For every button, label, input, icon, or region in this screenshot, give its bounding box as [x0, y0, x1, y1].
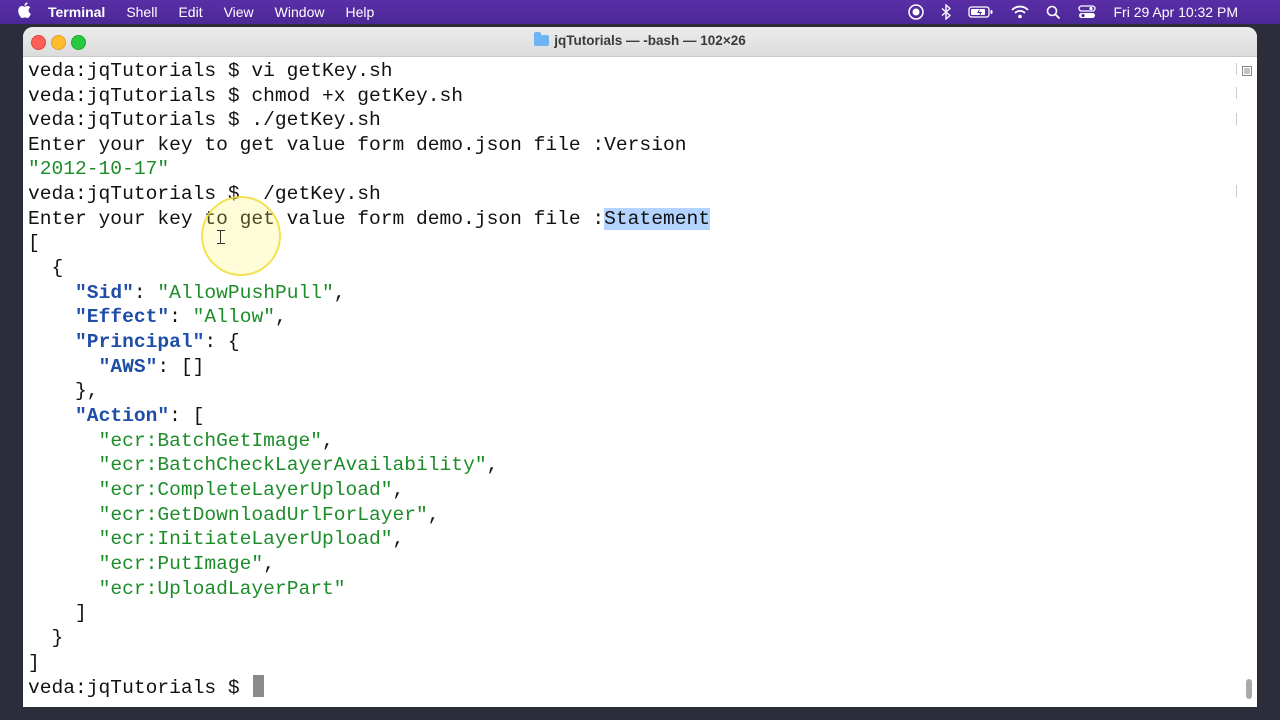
- prompt-text: Enter your key to get value form demo.js…: [28, 134, 605, 156]
- json-key: "Action": [75, 405, 170, 427]
- scrollbar-thumb[interactable]: [1246, 679, 1252, 699]
- json-token: [: [28, 232, 40, 254]
- menu-shell[interactable]: Shell: [126, 4, 157, 20]
- shell-prompt: veda:jqTutorials $: [28, 677, 252, 699]
- line-marker: [1232, 113, 1237, 125]
- cursor-highlight: [201, 196, 281, 276]
- apple-menu-icon[interactable]: [0, 2, 48, 22]
- window-title: jqTutorials — -bash — 102×26: [23, 32, 1257, 48]
- json-line: "ecr:BatchGetImage",: [98, 430, 334, 452]
- battery-icon[interactable]: [968, 5, 994, 19]
- json-key: "Principal": [75, 331, 205, 353]
- json-token: ]: [75, 602, 87, 624]
- menu-window[interactable]: Window: [275, 4, 325, 20]
- json-value: "ecr:BatchGetImage": [98, 430, 322, 452]
- output-value: "2012-10-17": [28, 158, 170, 180]
- scrollbar-menu-icon[interactable]: [1242, 60, 1252, 76]
- control-center-icon[interactable]: [1078, 5, 1097, 19]
- screen-record-icon[interactable]: [908, 4, 925, 20]
- json-token: ]: [28, 652, 40, 674]
- menu-app-terminal[interactable]: Terminal: [48, 4, 105, 20]
- json-line: }: [28, 626, 64, 650]
- command-text: ./getKey.sh: [251, 109, 381, 131]
- line-marker: [1232, 185, 1237, 197]
- json-line: "ecr:UploadLayerPart": [28, 577, 346, 601]
- json-key: "Sid": [75, 282, 134, 304]
- json-line: "Sid": "AllowPushPull",: [75, 282, 346, 304]
- menubar-clock[interactable]: Fri 29 Apr 10:32 PM: [1113, 4, 1238, 20]
- json-key: "Effect": [75, 306, 170, 328]
- terminal-window: jqTutorials — -bash — 102×26 veda:jqTuto…: [23, 27, 1257, 707]
- json-token: : {: [204, 331, 240, 353]
- json-line: "ecr:CompleteLayerUpload",: [98, 479, 405, 501]
- terminal-line: veda:jqTutorials $ vi getKey.sh: [28, 59, 393, 83]
- json-line: },: [28, 379, 99, 403]
- json-line: "AWS": []: [28, 355, 205, 379]
- json-key: "AWS": [98, 356, 158, 378]
- json-token: }: [51, 627, 64, 649]
- json-value: "ecr:UploadLayerPart": [98, 578, 346, 600]
- json-line: "Principal": {: [28, 330, 240, 354]
- ibeam-cursor-icon: [217, 230, 225, 244]
- json-line: "Effect": "Allow",: [75, 306, 287, 328]
- terminal-line: veda:jqTutorials $ ./getKey.sh: [28, 108, 381, 132]
- json-line: ]: [28, 651, 40, 675]
- terminal-output[interactable]: veda:jqTutorials $ vi getKey.sh veda:jqT…: [23, 57, 1257, 707]
- shell-prompt: veda:jqTutorials $: [28, 85, 252, 107]
- terminal-line: veda:jqTutorials $: [28, 675, 265, 699]
- json-value: "ecr:BatchCheckLayerAvailability": [98, 454, 487, 476]
- shell-prompt: veda:jqTutorials $: [28, 109, 252, 131]
- json-value: "Allow": [192, 306, 275, 328]
- menu-view[interactable]: View: [224, 4, 254, 20]
- json-value: "ecr:InitiateLayerUpload": [98, 528, 393, 550]
- command-text: vi getKey.sh: [251, 60, 393, 82]
- terminal-line: Enter your key to get value form demo.js…: [28, 133, 686, 157]
- menu-help[interactable]: Help: [345, 4, 374, 20]
- json-line: "ecr:GetDownloadUrlForLayer",: [98, 504, 440, 526]
- json-value: "ecr:CompleteLayerUpload": [98, 479, 393, 501]
- json-line: {: [28, 256, 64, 280]
- command-text: chmod +x getKey.sh: [251, 85, 464, 107]
- user-input: Version: [604, 134, 687, 156]
- terminal-line: veda:jqTutorials $ /getKey.sh: [28, 182, 381, 206]
- selected-text[interactable]: Statement: [604, 208, 710, 230]
- window-titlebar[interactable]: jqTutorials — -bash — 102×26: [23, 27, 1257, 57]
- shell-prompt: veda:jqTutorials $: [28, 60, 252, 82]
- prompt-text: Enter your key to get value form demo.js…: [28, 208, 605, 230]
- json-value: "ecr:GetDownloadUrlForLayer": [98, 504, 428, 526]
- line-marker: [1232, 87, 1237, 99]
- json-value: "AllowPushPull": [157, 282, 334, 304]
- text-cursor: [253, 675, 265, 697]
- menu-edit[interactable]: Edit: [178, 4, 202, 20]
- json-value: "ecr:PutImage": [98, 553, 264, 575]
- json-line: "ecr:InitiateLayerUpload",: [98, 528, 405, 550]
- spotlight-search-icon[interactable]: [1046, 5, 1061, 20]
- window-title-text: jqTutorials — -bash — 102×26: [554, 33, 746, 48]
- command-text: /getKey.sh: [251, 183, 381, 205]
- line-marker: [1232, 63, 1237, 75]
- terminal-line: "2012-10-17": [28, 157, 169, 181]
- json-line: "ecr:BatchCheckLayerAvailability",: [98, 454, 499, 476]
- terminal-line: Enter your key to get value form demo.js…: [28, 207, 710, 231]
- json-line: "ecr:PutImage",: [98, 553, 275, 575]
- json-token: {: [51, 257, 64, 279]
- terminal-line: veda:jqTutorials $ chmod +x getKey.sh: [28, 84, 463, 108]
- bluetooth-icon[interactable]: [941, 4, 952, 20]
- folder-icon: [534, 32, 550, 46]
- wifi-icon[interactable]: [1011, 5, 1030, 19]
- json-line: [: [28, 231, 40, 255]
- json-line: "Action": [: [28, 404, 204, 428]
- json-token: },: [75, 380, 99, 402]
- json-token: : [: [169, 405, 205, 427]
- menu-bar: Terminal Shell Edit View Window Help Fri…: [0, 0, 1280, 24]
- json-line: ]: [28, 601, 87, 625]
- json-token: : []: [157, 356, 205, 378]
